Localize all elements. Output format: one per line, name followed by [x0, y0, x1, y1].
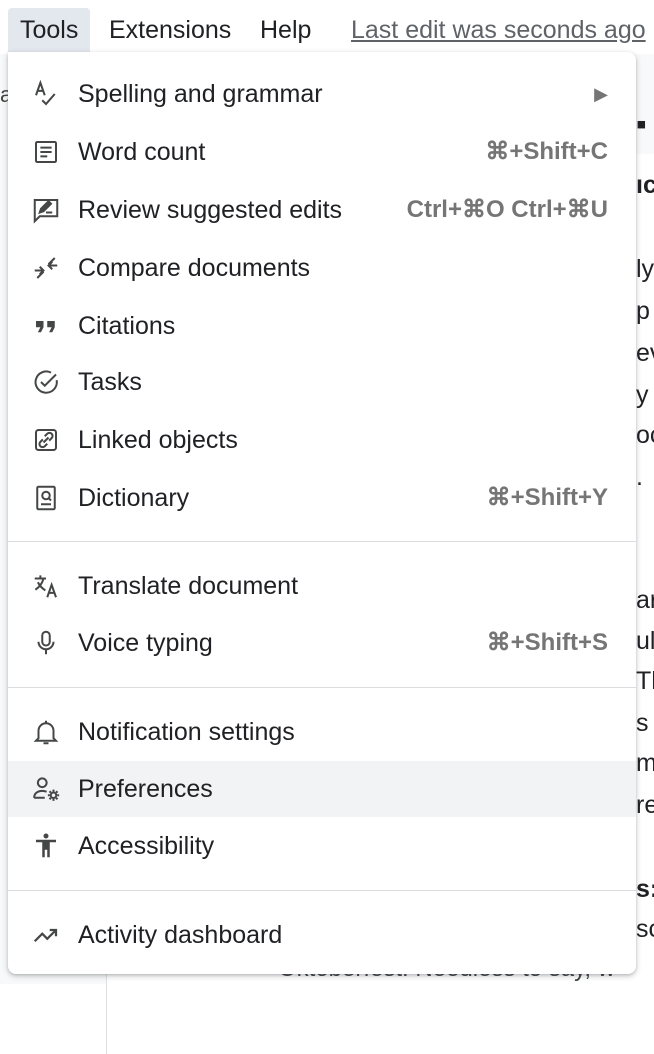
menu-divider: [8, 890, 636, 891]
doc-fragment: Th: [636, 667, 654, 695]
bell-icon: [30, 716, 62, 748]
doc-fragment: s: [636, 709, 649, 737]
doc-fragment: ev: [636, 339, 654, 367]
doc-fragment: ul: [636, 627, 654, 655]
menu-item-compare-documents[interactable]: Compare documents: [8, 240, 636, 296]
doc-fragment: ▪: [636, 108, 647, 141]
rate-review-icon: [30, 194, 62, 226]
menu-item-notification-settings[interactable]: Notification settings: [8, 704, 636, 760]
check-circle-icon: [30, 366, 62, 398]
menu-divider: [8, 687, 636, 688]
word-count-icon: [30, 136, 62, 168]
menu-item-activity-dashboard[interactable]: Activity dashboard: [8, 907, 636, 963]
trending-up-icon: [30, 919, 62, 951]
menu-item-spelling-and-grammar[interactable]: Spelling and grammar ▶: [8, 66, 636, 122]
microphone-icon: [30, 627, 62, 659]
menu-item-citations[interactable]: Citations: [8, 298, 636, 354]
doc-fragment: m: [636, 749, 654, 777]
compare-icon: [30, 252, 62, 284]
doc-fragment: sc: [636, 915, 654, 943]
translate-icon: [30, 570, 62, 602]
menubar: Tools Extensions Help Last edit was seco…: [0, 0, 654, 54]
menu-item-translate-document[interactable]: Translate document: [8, 558, 636, 614]
menu-divider: [8, 541, 636, 542]
menu-item-review-suggested-edits[interactable]: Review suggested edits Ctrl+⌘O Ctrl+⌘U: [8, 182, 636, 238]
doc-fragment: ar: [636, 586, 654, 614]
tools-menu: Spelling and grammar ▶ Word count ⌘+Shif…: [8, 52, 636, 974]
last-edit-link[interactable]: Last edit was seconds ago: [351, 8, 646, 52]
doc-fragment: p: [636, 297, 650, 325]
menu-tools[interactable]: Tools: [8, 8, 91, 52]
menu-item-voice-typing[interactable]: Voice typing ⌘+Shift+S: [8, 615, 636, 671]
doc-fragment: s:: [636, 875, 654, 903]
accessibility-icon: [30, 830, 62, 862]
doc-fragment: ıc: [636, 171, 654, 199]
submenu-arrow-icon: ▶: [594, 84, 608, 104]
person-gear-icon: [30, 773, 62, 805]
menu-extensions[interactable]: Extensions: [97, 8, 243, 52]
menu-item-preferences[interactable]: Preferences: [8, 761, 636, 817]
doc-fragment: .: [636, 463, 643, 491]
doc-fragment: re: [636, 791, 654, 819]
menu-item-tasks[interactable]: Tasks: [8, 354, 636, 410]
menu-item-linked-objects[interactable]: Linked objects: [8, 412, 636, 468]
quote-icon: [30, 310, 62, 342]
doc-fragment: y: [636, 381, 649, 409]
menu-item-word-count[interactable]: Word count ⌘+Shift+C: [8, 124, 636, 180]
doc-fragment: ly: [636, 255, 654, 283]
link-icon: [30, 424, 62, 456]
menu-help[interactable]: Help: [248, 8, 323, 52]
spellcheck-icon: [30, 78, 62, 110]
doc-fragment: oc: [636, 421, 654, 449]
book-search-icon: [30, 482, 62, 514]
menu-item-dictionary[interactable]: Dictionary ⌘+Shift+Y: [8, 470, 636, 526]
menu-item-accessibility[interactable]: Accessibility: [8, 818, 636, 874]
